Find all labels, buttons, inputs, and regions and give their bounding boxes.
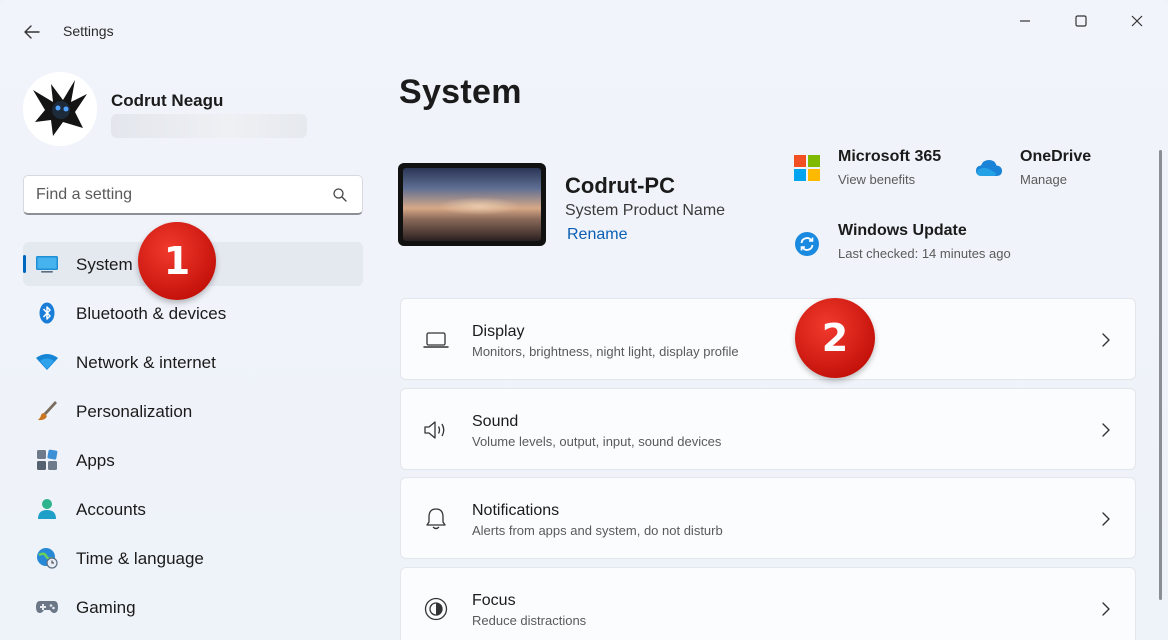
settings-card-sound[interactable]: Sound Volume levels, output, input, soun… bbox=[400, 388, 1136, 470]
sidebar-item-gaming[interactable]: Gaming bbox=[23, 585, 363, 629]
sidebar-item-network[interactable]: Network & internet bbox=[23, 340, 363, 384]
sidebar-item-bluetooth[interactable]: Bluetooth & devices bbox=[23, 291, 363, 335]
wallpaper-preview bbox=[403, 168, 541, 241]
monitor-icon bbox=[35, 253, 59, 275]
sidebar-item-label: Time & language bbox=[76, 549, 204, 568]
wifi-icon bbox=[35, 351, 59, 373]
arrow-left-icon bbox=[24, 25, 40, 39]
card-title: Focus bbox=[472, 592, 516, 609]
minimize-icon bbox=[1020, 20, 1030, 22]
search-input[interactable] bbox=[36, 184, 326, 206]
chevron-right-icon bbox=[1099, 510, 1113, 528]
microsoft-logo-icon bbox=[793, 154, 821, 182]
annotation-badge-2: 2 bbox=[795, 298, 875, 378]
sidebar-item-label: Personalization bbox=[76, 402, 193, 421]
maximize-icon bbox=[1075, 15, 1087, 27]
device-model: System Product Name bbox=[565, 202, 726, 219]
laptop-icon bbox=[423, 327, 449, 353]
bell-icon bbox=[423, 506, 449, 532]
sidebar-item-label: Bluetooth & devices bbox=[76, 304, 227, 323]
minimize-button[interactable] bbox=[1002, 8, 1048, 34]
title-bar: Settings bbox=[0, 0, 1168, 62]
sync-icon bbox=[793, 230, 821, 258]
globe-clock-icon bbox=[35, 547, 59, 569]
sidebar-item-personalization[interactable]: Personalization bbox=[23, 389, 363, 433]
sidebar-item-label: Gaming bbox=[76, 598, 136, 617]
sidebar-item-label: Network & internet bbox=[76, 353, 216, 372]
card-title: Sound bbox=[472, 413, 519, 430]
gamepad-icon bbox=[35, 596, 59, 618]
card-title: Display bbox=[472, 323, 525, 340]
settings-card-focus[interactable]: Focus Reduce distractions bbox=[400, 567, 1136, 640]
sidebar-item-time-language[interactable]: Time & language bbox=[23, 536, 363, 580]
apps-icon bbox=[35, 449, 59, 471]
sidebar-item-label: Apps bbox=[76, 451, 115, 470]
sidebar-item-accounts[interactable]: Accounts bbox=[23, 487, 363, 531]
person-icon bbox=[35, 498, 59, 520]
settings-card-display[interactable]: Display Monitors, brightness, night ligh… bbox=[400, 298, 1136, 380]
annotation-badge-1: 1 bbox=[138, 222, 216, 300]
search-icon[interactable] bbox=[332, 187, 348, 203]
card-subtitle: Reduce distractions bbox=[472, 613, 587, 628]
quick-link-subtitle: Manage bbox=[1020, 172, 1067, 187]
focus-icon bbox=[423, 596, 449, 622]
page-title: System bbox=[399, 73, 522, 111]
rename-link[interactable]: Rename bbox=[567, 226, 627, 244]
card-subtitle: Monitors, brightness, night light, displ… bbox=[472, 344, 739, 359]
chevron-right-icon bbox=[1099, 331, 1113, 349]
chevron-right-icon bbox=[1099, 421, 1113, 439]
settings-card-notifications[interactable]: Notifications Alerts from apps and syste… bbox=[400, 477, 1136, 559]
profile-name: Codrut Neagu bbox=[111, 91, 224, 110]
quick-link-title: Windows Update bbox=[838, 222, 967, 239]
back-button[interactable] bbox=[18, 18, 46, 46]
settings-window: Settings Codrut Neagu System bbox=[0, 0, 1168, 640]
sidebar-item-apps[interactable]: Apps bbox=[23, 438, 363, 482]
close-icon bbox=[1131, 15, 1143, 27]
quick-link-title: OneDrive bbox=[1020, 148, 1092, 165]
search-box[interactable] bbox=[23, 175, 363, 215]
app-title: Settings bbox=[63, 23, 114, 39]
quick-link-subtitle: Last checked: 14 minutes ago bbox=[838, 246, 1011, 261]
speaker-icon bbox=[423, 417, 449, 443]
close-button[interactable] bbox=[1114, 8, 1160, 34]
brush-icon bbox=[35, 400, 59, 422]
profile-email-redacted bbox=[111, 114, 307, 138]
active-indicator bbox=[23, 255, 26, 273]
maximize-button[interactable] bbox=[1058, 8, 1104, 34]
quick-link-title: Microsoft 365 bbox=[838, 148, 942, 165]
sidebar-item-label: System bbox=[76, 255, 133, 274]
bluetooth-icon bbox=[35, 302, 59, 324]
card-subtitle: Alerts from apps and system, do not dist… bbox=[472, 523, 723, 538]
card-subtitle: Volume levels, output, input, sound devi… bbox=[472, 434, 722, 449]
scrollbar[interactable] bbox=[1159, 150, 1162, 600]
device-name: Codrut-PC bbox=[565, 173, 675, 198]
chevron-right-icon bbox=[1099, 600, 1113, 618]
cloud-icon bbox=[975, 154, 1003, 182]
avatar[interactable] bbox=[23, 72, 97, 146]
card-title: Notifications bbox=[472, 502, 560, 519]
device-thumbnail bbox=[398, 163, 546, 246]
avatar-image bbox=[23, 72, 97, 146]
quick-link-subtitle: View benefits bbox=[838, 172, 916, 187]
sidebar-item-label: Accounts bbox=[76, 500, 146, 519]
